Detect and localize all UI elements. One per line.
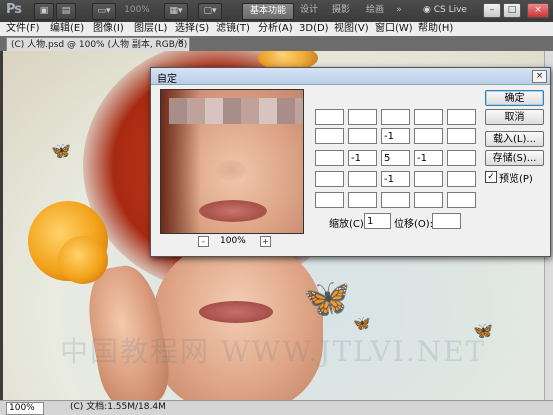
menu-edit[interactable]: 编辑(E) xyxy=(50,22,84,36)
matrix-cell[interactable] xyxy=(315,171,344,187)
scale-label: 缩放(C): xyxy=(329,219,368,230)
app-zoom-level[interactable]: 100% xyxy=(118,3,156,18)
matrix-cell[interactable] xyxy=(414,128,443,144)
scale-input[interactable]: 1 xyxy=(364,213,391,229)
matrix-cell[interactable] xyxy=(414,192,443,208)
menu-layer[interactable]: 图层(L) xyxy=(134,22,167,36)
status-bar: 100% (C) 文档:1.55M/18.4M xyxy=(0,400,553,415)
matrix-cell[interactable] xyxy=(315,192,344,208)
menu-filter[interactable]: 滤镜(T) xyxy=(216,22,250,36)
ok-button[interactable]: 确定 xyxy=(485,90,544,106)
matrix-cell[interactable]: -1 xyxy=(381,128,410,144)
custom-filter-dialog: 自定 × - 100% + -1 -1 5 -1 -1 缩放(C): 1 位移(… xyxy=(150,67,551,257)
watermark-text: 中国教程网 WWW.JTLVI.NET xyxy=(60,335,487,368)
cs-live-label: CS Live xyxy=(433,5,467,15)
workspace-design[interactable]: 设计 xyxy=(296,3,322,18)
matrix-cell[interactable] xyxy=(315,109,344,125)
menu-help[interactable]: 帮助(H) xyxy=(418,22,453,36)
matrix-cell-center[interactable]: 5 xyxy=(381,150,410,166)
lips xyxy=(199,301,273,323)
menu-select[interactable]: 选择(S) xyxy=(175,22,209,36)
bridge-button[interactable]: ▣ xyxy=(34,3,54,20)
preview-label[interactable]: 预览(P) xyxy=(499,170,533,185)
matrix-cell[interactable] xyxy=(315,150,344,166)
checkmark-icon: ✓ xyxy=(487,172,495,182)
butterfly-large-icon: 🦋 xyxy=(303,276,351,320)
matrix-cell[interactable] xyxy=(381,192,410,208)
matrix-cell[interactable]: -1 xyxy=(414,150,443,166)
dialog-title-bar[interactable]: 自定 × xyxy=(151,68,550,85)
matrix-cell[interactable] xyxy=(414,109,443,125)
photoshop-logo: Ps xyxy=(6,2,22,17)
butterfly-icon: 🦋 xyxy=(51,141,71,160)
matrix-cell[interactable]: -1 xyxy=(348,150,377,166)
filter-preview[interactable] xyxy=(160,89,304,234)
offset-label: 位移(O): xyxy=(394,219,434,230)
workspace-essentials[interactable]: 基本功能 xyxy=(242,3,294,20)
matrix-cell[interactable] xyxy=(348,128,377,144)
matrix-cell[interactable]: -1 xyxy=(381,171,410,187)
menu-window[interactable]: 窗口(W) xyxy=(375,22,413,36)
cs-live-icon: ◉ xyxy=(423,5,434,15)
workspace-painting[interactable]: 绘画 xyxy=(362,3,388,18)
dialog-close-icon[interactable]: × xyxy=(532,70,547,83)
document-tab-bar: (C) 人物.psd @ 100% (人物 副本, RGB/8) * × xyxy=(0,36,553,52)
preview-pixelated-eyes xyxy=(169,98,303,124)
preview-zoom-level: 100% xyxy=(220,236,246,246)
mini-bridge-button[interactable]: ▤ xyxy=(56,3,76,20)
cancel-button[interactable]: 取消 xyxy=(485,109,544,125)
matrix-cell[interactable] xyxy=(348,109,377,125)
close-window-button[interactable]: × xyxy=(527,3,549,18)
menu-analysis[interactable]: 分析(A) xyxy=(258,22,293,36)
matrix-cell[interactable] xyxy=(348,171,377,187)
matrix-cell[interactable] xyxy=(348,192,377,208)
application-bar: Ps ▣ ▤ ▭▾ 100% ▦▾ ▢▾ 基本功能 设计 摄影 绘画 » ◉ C… xyxy=(0,0,553,22)
maximize-button[interactable]: □ xyxy=(503,3,521,18)
view-extras-button[interactable]: ▭▾ xyxy=(92,3,116,20)
matrix-cell[interactable] xyxy=(381,109,410,125)
matrix-cell[interactable] xyxy=(315,128,344,144)
workspace-photography[interactable]: 摄影 xyxy=(328,3,354,18)
preview-nose xyxy=(216,160,246,180)
save-button[interactable]: 存储(S)... xyxy=(485,150,544,166)
matrix-cell[interactable] xyxy=(447,150,476,166)
menu-bar: 文件(F) 编辑(E) 图像(I) 图层(L) 选择(S) 滤镜(T) 分析(A… xyxy=(0,22,553,37)
matrix-cell[interactable] xyxy=(447,109,476,125)
menu-file[interactable]: 文件(F) xyxy=(6,22,40,36)
preview-zoom-out-button[interactable]: - xyxy=(198,236,209,247)
matrix-cell[interactable] xyxy=(447,171,476,187)
cs-live-button[interactable]: ◉ CS Live xyxy=(418,3,472,18)
preview-checkbox[interactable]: ✓ xyxy=(485,171,497,183)
minimize-button[interactable]: – xyxy=(483,3,501,18)
offset-input[interactable] xyxy=(432,213,461,229)
menu-3d[interactable]: 3D(D) xyxy=(299,22,329,36)
status-document-info[interactable]: (C) 文档:1.55M/18.4M xyxy=(70,401,166,414)
preview-lips xyxy=(199,200,267,222)
document-tab[interactable]: (C) 人物.psd @ 100% (人物 副本, RGB/8) * xyxy=(6,37,190,52)
matrix-cell[interactable] xyxy=(447,192,476,208)
arrange-documents-button[interactable]: ▦▾ xyxy=(164,3,188,20)
document-tab-close-icon[interactable]: × xyxy=(177,37,185,47)
load-button[interactable]: 载入(L)... xyxy=(485,131,544,147)
dialog-title: 自定 xyxy=(157,74,177,85)
matrix-cell[interactable] xyxy=(447,128,476,144)
orange-flower-petals xyxy=(58,236,108,284)
menu-view[interactable]: 视图(V) xyxy=(334,22,369,36)
status-zoom-field[interactable]: 100% xyxy=(6,402,44,415)
preview-zoom-in-button[interactable]: + xyxy=(260,236,271,247)
screen-mode-button[interactable]: ▢▾ xyxy=(198,3,222,20)
more-workspaces-icon[interactable]: » xyxy=(394,3,404,18)
menu-image[interactable]: 图像(I) xyxy=(93,22,124,36)
matrix-cell[interactable] xyxy=(414,171,443,187)
